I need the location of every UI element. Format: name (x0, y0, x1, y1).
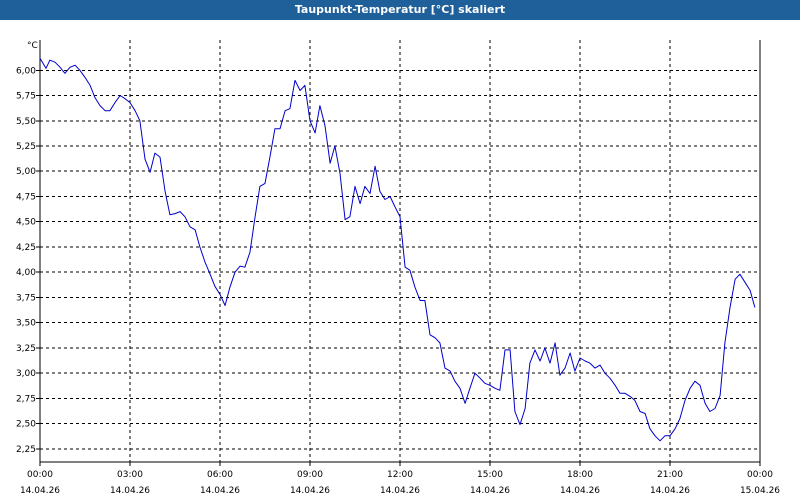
y-tick-label: 3,50 (16, 319, 36, 329)
chart-window: Taupunkt-Temperatur [°C] skaliert 6,00 5,… (0, 0, 800, 500)
series-line-0 (39, 57, 756, 442)
axes (36, 40, 761, 466)
dewpoint-chart: 6,00 5,75 5,50 5,25 5,00 4,75 4,50 4,25 4,00 3,75… (16, 40, 780, 496)
series-layer (39, 57, 756, 442)
y-tick-label: 4,00 (16, 268, 36, 278)
x-tick-time: 00:00 (747, 470, 773, 480)
x-tick-date: 14.04.26 (200, 486, 240, 496)
x-tick-time: 06:00 (207, 470, 233, 480)
y-tick-label: 2,25 (16, 445, 36, 455)
y-tick-label: 3,00 (16, 369, 36, 379)
y-tick-label: 5,00 (16, 167, 36, 177)
tick-labels: 6,00 5,75 5,50 5,25 5,00 4,75 4,50 4,25 4,00 3,75… (16, 41, 780, 496)
y-tick-label: 6,00 (16, 66, 36, 76)
x-tick-time: 12:00 (387, 470, 413, 480)
y-tick-label: 2,75 (16, 394, 36, 404)
y-tick-label: 4,50 (16, 218, 36, 228)
x-tick-date: 14.04.26 (380, 486, 420, 496)
x-tick-date: 14.04.26 (560, 486, 600, 496)
x-tick-date: 15.04.26 (740, 486, 780, 496)
x-tick-time: 03:00 (117, 470, 143, 480)
x-tick-date: 14.04.26 (470, 486, 510, 496)
x-tick-date: 14.04.26 (650, 486, 690, 496)
x-tick-date: 14.04.26 (290, 486, 330, 496)
x-tick-date: 14.04.26 (20, 486, 60, 496)
x-tick-time: 00:00 (27, 470, 53, 480)
y-tick-label: 4,75 (16, 192, 36, 202)
x-tick-date: 14.04.26 (110, 486, 150, 496)
x-tick-time: 09:00 (297, 470, 323, 480)
y-tick-label: 2,50 (16, 420, 36, 430)
x-tick-time: 18:00 (567, 470, 593, 480)
y-tick-label: 5,75 (16, 92, 36, 102)
window-title: Taupunkt-Temperatur [°C] skaliert (0, 0, 800, 20)
y-tick-label: 3,75 (16, 293, 36, 303)
y-tick-label: 5,25 (16, 142, 36, 152)
y-unit-label: °C (27, 41, 38, 51)
y-tick-label: 3,25 (16, 344, 36, 354)
grid (40, 40, 760, 462)
x-tick-time: 21:00 (657, 470, 683, 480)
y-tick-label: 4,25 (16, 243, 36, 253)
x-tick-time: 15:00 (477, 470, 503, 480)
y-tick-label: 5,50 (16, 117, 36, 127)
